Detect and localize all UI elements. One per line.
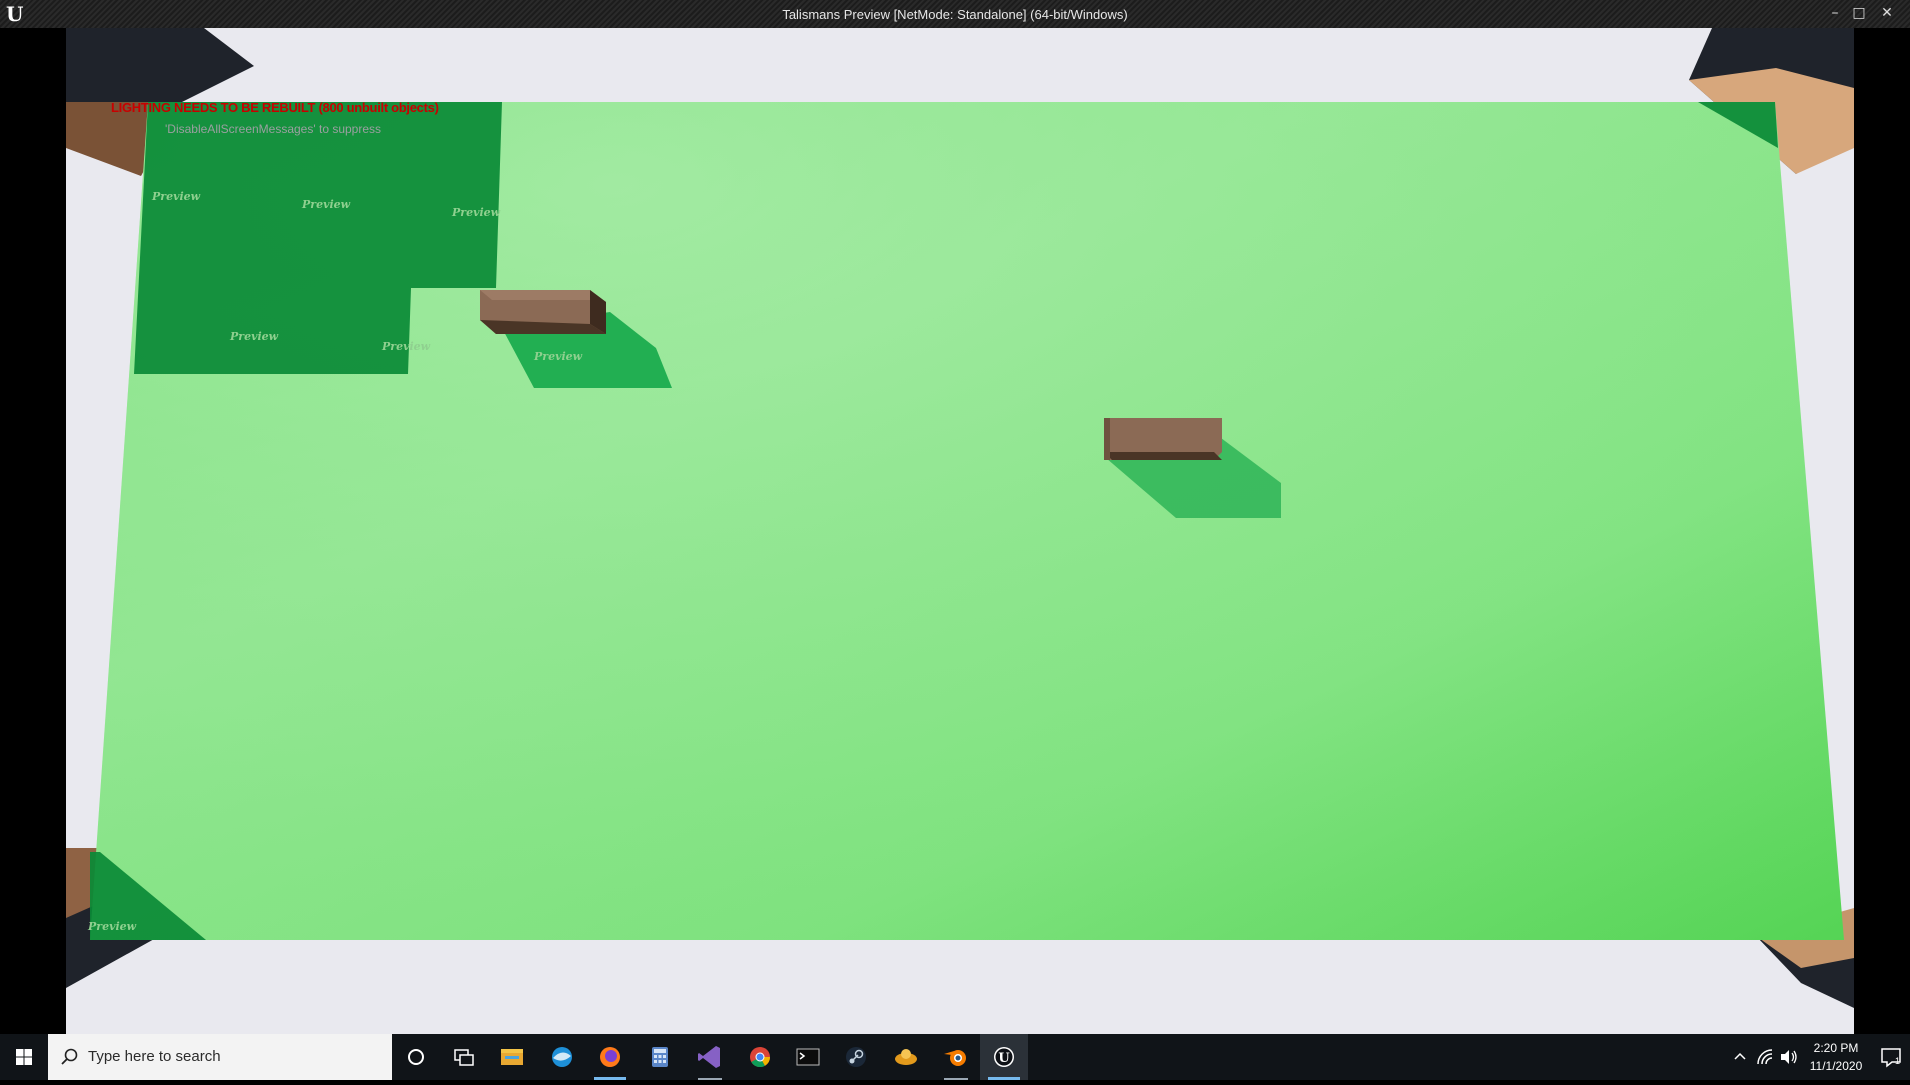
window-title: Talismans Preview [NetMode: Standalone] … — [782, 7, 1128, 22]
windows-logo-icon — [16, 1049, 32, 1065]
preview-watermark: Preview — [301, 198, 351, 211]
calculator-icon[interactable] — [636, 1034, 684, 1080]
network-icon[interactable] — [1753, 1034, 1777, 1080]
block-1 — [480, 290, 606, 334]
preview-watermark: Preview — [87, 920, 137, 933]
firefox-icon[interactable] — [586, 1034, 634, 1080]
window-titlebar[interactable]: U Talismans Preview [NetMode: Standalone… — [0, 0, 1910, 28]
clock[interactable]: 2:20 PM 11/1/2020 — [1800, 1039, 1872, 1075]
file-explorer-icon[interactable] — [488, 1034, 536, 1080]
scene: Preview Preview Preview Preview Preview … — [66, 28, 1854, 1008]
maximize-button[interactable]: □ — [1848, 4, 1870, 22]
preview-watermark: Preview — [451, 206, 501, 219]
steam-icon[interactable] — [832, 1034, 880, 1080]
clock-date: 11/1/2020 — [1809, 1059, 1863, 1073]
search-placeholder: Type here to search — [88, 1048, 221, 1065]
minimize-button[interactable]: – — [1824, 4, 1846, 22]
search-icon — [61, 1048, 78, 1065]
notification-center-icon[interactable]: 1 — [1872, 1034, 1910, 1080]
preview-watermark: Preview — [151, 190, 201, 203]
svg-text:U: U — [998, 1051, 1010, 1066]
chrome-icon[interactable] — [736, 1034, 784, 1080]
game-app-icon[interactable] — [882, 1034, 930, 1080]
close-button[interactable]: ✕ — [1876, 4, 1898, 22]
start-button[interactable] — [0, 1034, 48, 1080]
blender-icon[interactable] — [932, 1034, 980, 1080]
browser-icon[interactable] — [538, 1034, 586, 1080]
suppress-hint: 'DisableAllScreenMessages' to suppress — [165, 122, 382, 136]
clock-time: 2:20 PM — [1813, 1041, 1859, 1055]
preview-watermark: Preview — [381, 340, 431, 353]
task-view-icon[interactable] — [440, 1034, 488, 1080]
taskbar: Type here to search U 2:20 PM 11/1/2020 … — [0, 1034, 1910, 1080]
visual-studio-icon[interactable] — [686, 1034, 734, 1080]
game-viewport[interactable]: Preview Preview Preview Preview Preview … — [66, 28, 1854, 1034]
preview-watermark: Preview — [533, 350, 583, 363]
terminal-icon[interactable] — [784, 1034, 832, 1080]
search-box[interactable]: Type here to search — [48, 1034, 392, 1080]
lighting-warning: LIGHTING NEEDS TO BE REBUILT (800 unbuil… — [111, 100, 439, 115]
block-2 — [1104, 418, 1222, 460]
unreal-engine-icon[interactable]: U — [980, 1034, 1028, 1080]
show-hidden-icons-chevron-icon[interactable] — [1727, 1034, 1753, 1080]
notification-count-badge: 1 — [1895, 1056, 1901, 1066]
volume-icon[interactable] — [1777, 1034, 1801, 1080]
cortana-icon[interactable] — [392, 1034, 440, 1080]
preview-watermark: Preview — [229, 330, 279, 343]
